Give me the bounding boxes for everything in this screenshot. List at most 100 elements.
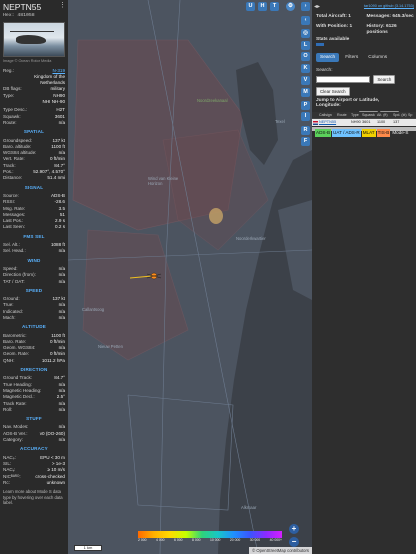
row-callsign[interactable]: NEPTN55 bbox=[319, 120, 337, 125]
source-filter-mlat[interactable]: MLAT bbox=[361, 129, 376, 137]
detail-row: Sel. Head.: n/a bbox=[0, 248, 68, 254]
detail-label: Type: bbox=[3, 92, 15, 98]
map-button-i[interactable]: I bbox=[301, 112, 310, 121]
search-label: Search: bbox=[316, 68, 333, 73]
map-button-k[interactable]: K bbox=[301, 64, 310, 73]
collapse-arrows-icon[interactable]: ◂▸ bbox=[314, 3, 320, 10]
country-value: Kingdom of the Netherlands bbox=[34, 73, 65, 86]
detail-row: Category: n/a bbox=[0, 437, 68, 443]
tab-search[interactable]: Search bbox=[316, 53, 340, 62]
detail-label[interactable]: Mach: bbox=[3, 315, 16, 321]
detail-value: 1011.2 hPa bbox=[41, 357, 65, 363]
detail-value: n/a bbox=[58, 437, 65, 443]
settings-gear-icon[interactable]: ⚙ bbox=[286, 2, 295, 11]
column-header[interactable] bbox=[312, 113, 319, 117]
detail-label[interactable]: Distance: bbox=[3, 175, 22, 181]
altitude-legend-label: 40 000+ bbox=[269, 538, 282, 542]
source-filter-ads-b[interactable]: ADS-B bbox=[315, 129, 332, 137]
source-filter-mode-s[interactable]: Mode-S bbox=[391, 129, 409, 137]
with-position-stat: With Position: 1 bbox=[316, 23, 353, 29]
detail-label[interactable]: Last Seen: bbox=[3, 224, 25, 230]
column-header[interactable]: Route bbox=[337, 113, 351, 117]
map-button-v[interactable]: V bbox=[301, 76, 310, 85]
source-filter-tis-b[interactable]: TIS-B bbox=[376, 129, 391, 137]
more-options-icon[interactable]: ⋮ bbox=[59, 2, 66, 9]
section-heading-stuff: STUFF bbox=[26, 416, 42, 422]
column-header[interactable]: Sp bbox=[408, 113, 416, 117]
zoom-out-button[interactable]: − bbox=[289, 537, 299, 547]
map-button-u[interactable]: U bbox=[246, 2, 255, 11]
row-squawk: 3601 bbox=[362, 120, 371, 124]
section-heading-accuracy: ACCURACY bbox=[20, 446, 48, 452]
detail-row-country: Kingdom of the Netherlands bbox=[0, 74, 68, 87]
place-label: Nieuw Petten bbox=[98, 344, 123, 349]
detail-label[interactable]: TAT / OAT: bbox=[3, 279, 25, 285]
map-button-m[interactable]: M bbox=[301, 88, 310, 97]
clear-search-button[interactable]: Clear Search bbox=[316, 87, 350, 96]
detail-label[interactable]: Sel. Head.: bbox=[3, 248, 26, 254]
search-button[interactable]: Search bbox=[373, 75, 396, 84]
photo-caption[interactable]: Image © Ocean Rotor Media bbox=[0, 57, 68, 67]
panel-top-bar: ◂▸ tar1090 on github (3.14.1753) bbox=[314, 2, 414, 10]
stats-link[interactable] bbox=[316, 43, 324, 46]
source-filter-uat-ads-r[interactable]: UAT / ADS-R bbox=[332, 129, 361, 137]
map-button-p[interactable]: P bbox=[301, 101, 310, 110]
messages-stat: Messages: 645.3/sec bbox=[366, 14, 414, 19]
detail-row: Distance: 51.4 nmi bbox=[0, 175, 68, 181]
place-label: Wind van Kleine Horizon bbox=[148, 176, 179, 186]
place-label: Noorderkwartier bbox=[236, 236, 266, 241]
country-flag-icon bbox=[313, 121, 318, 125]
map-button-o[interactable]: O bbox=[301, 52, 310, 61]
row-type: NH90 bbox=[351, 120, 361, 124]
detail-row-route: Route: n/a bbox=[0, 120, 68, 126]
map-button-h[interactable]: H bbox=[258, 2, 267, 11]
jump-label: Jump to Airport or Latitude, Longitude: bbox=[316, 98, 380, 109]
aircraft-header: NEPTN55 Hex: 481058 bbox=[0, 0, 68, 19]
route-value: n/a bbox=[58, 119, 65, 125]
column-header[interactable]: Squawk bbox=[362, 113, 377, 117]
row-route bbox=[337, 120, 351, 125]
zoom-in-button[interactable]: + bbox=[289, 524, 299, 534]
stats-available-label: Stats available bbox=[316, 37, 350, 42]
history-stat: History: 6126 positions bbox=[366, 23, 397, 35]
github-source-link[interactable]: tar1090 on github (3.14.1753) bbox=[364, 4, 414, 8]
detail-label[interactable]: Category: bbox=[3, 437, 23, 443]
detail-row-type-full: NHI NH-90 bbox=[0, 99, 68, 105]
section-heading-fms-sel: FMS SEL bbox=[23, 233, 45, 239]
altitude-legend-label: 8 000 bbox=[192, 538, 201, 542]
aircraft-photo[interactable] bbox=[3, 22, 65, 58]
map-button-l[interactable]: L bbox=[301, 41, 310, 50]
aircraft-callsign: NEPTN55 bbox=[3, 2, 42, 12]
search-input[interactable] bbox=[316, 76, 370, 83]
column-header[interactable]: Type bbox=[351, 113, 362, 117]
altitude-legend-label: 30 000 bbox=[249, 538, 261, 542]
map-canvas[interactable] bbox=[68, 0, 312, 554]
section-heading-altitude: ALTITUDE bbox=[22, 324, 46, 330]
table-row[interactable]: NEPTN55 NH90 3601 1100 137 bbox=[312, 119, 416, 126]
altitude-color-legend[interactable] bbox=[138, 531, 282, 538]
collapse-sidebar-icon[interactable]: ‹ bbox=[301, 16, 310, 25]
detail-label[interactable]: Roll: bbox=[3, 407, 12, 413]
altitude-legend-label: 4 000 bbox=[156, 538, 165, 542]
tab-filters[interactable]: Filters bbox=[341, 53, 362, 62]
map-button-t[interactable]: T bbox=[270, 2, 279, 11]
detail-label: Route: bbox=[3, 119, 17, 125]
detail-value: unknown bbox=[46, 479, 65, 485]
map-button-f[interactable]: F bbox=[301, 137, 310, 146]
detail-value: n/a bbox=[58, 314, 65, 320]
detail-label[interactable]: Rᴄ: bbox=[3, 480, 10, 486]
detail-row: QNH: 1011.2 hPa bbox=[0, 358, 68, 364]
detail-label[interactable]: QNH: bbox=[3, 358, 14, 364]
column-header[interactable]: Spd. (kt) bbox=[393, 113, 408, 117]
map-button-r[interactable]: R bbox=[301, 126, 310, 135]
map-view[interactable]: Noordzeekanaal Texel Wind van Kleine Hor… bbox=[68, 0, 312, 554]
aircraft-list-panel: ◂▸ tar1090 on github (3.14.1753) Total A… bbox=[312, 0, 416, 554]
column-header[interactable]: Callsign bbox=[319, 113, 337, 117]
column-header[interactable]: Alt. (ft) bbox=[377, 113, 393, 117]
expand-panel-icon[interactable]: › bbox=[301, 2, 310, 11]
tab-columns[interactable]: Columns bbox=[364, 53, 391, 62]
layers-icon[interactable]: ◎ bbox=[301, 29, 310, 38]
panel-tabs: Search Filters Columns bbox=[316, 53, 391, 62]
map-attribution[interactable]: © OpenStreetMap contributors bbox=[249, 547, 312, 554]
detail-row: Last Seen: 0.2 s bbox=[0, 224, 68, 230]
